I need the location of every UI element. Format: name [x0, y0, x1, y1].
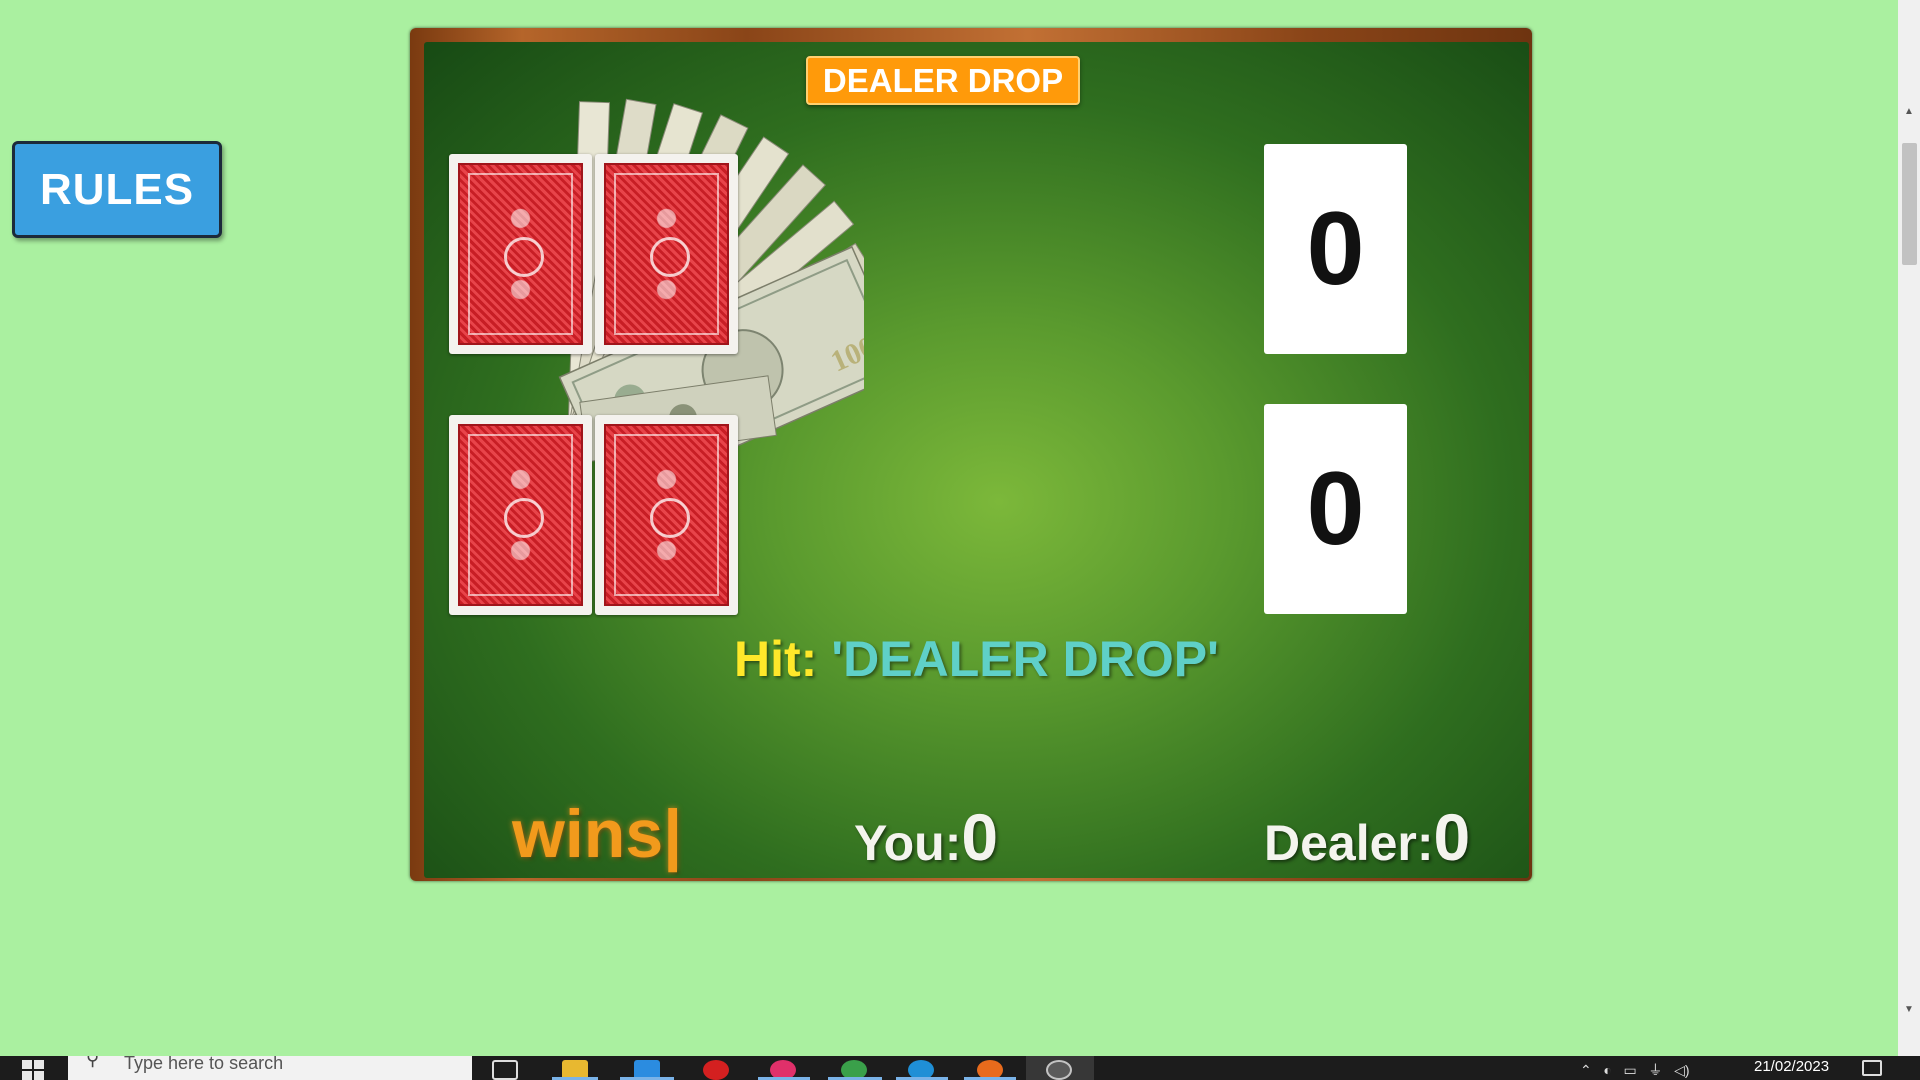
you-score: You:0	[854, 799, 998, 875]
card-back-icon	[595, 154, 738, 354]
vertical-scrollbar[interactable]: ▲ ▼	[1898, 0, 1920, 1057]
hit-instruction: Hit: 'DEALER DROP'	[424, 630, 1529, 688]
dealer-value: 0	[1433, 800, 1471, 874]
taskbar: ⚲ Type here to search ⌃ ◐ ▭ ⏚ ◁) 21/02/2…	[0, 1056, 1920, 1080]
dealer-label: Dealer:	[1264, 815, 1434, 871]
scroll-up-arrow-icon[interactable]: ▲	[1898, 102, 1920, 122]
score-box-bottom: 0	[1264, 404, 1407, 614]
scroll-thumb[interactable]	[1902, 143, 1917, 265]
card-back-icon	[449, 415, 592, 615]
you-label: You:	[854, 815, 962, 871]
hit-label: Hit:	[734, 631, 818, 687]
opera-icon[interactable]	[703, 1060, 729, 1080]
taskbar-search-input[interactable]: ⚲ Type here to search	[68, 1056, 472, 1080]
card-back-icon	[595, 415, 738, 615]
card-back-icon	[449, 154, 592, 354]
dealer-score: Dealer:0	[1264, 799, 1470, 875]
scroll-down-arrow-icon[interactable]: ▼	[1898, 1000, 1920, 1020]
search-placeholder: Type here to search	[124, 1056, 284, 1073]
score-box-top: 0	[1264, 144, 1407, 354]
hit-value: 'DEALER DROP'	[831, 631, 1219, 687]
rules-button[interactable]: RULES	[12, 141, 222, 238]
windows-start-icon[interactable]	[22, 1060, 44, 1080]
taskbar-date[interactable]: 21/02/2023	[1754, 1058, 1829, 1075]
wins-text: wins|	[512, 796, 683, 872]
notification-icon[interactable]	[1862, 1060, 1882, 1076]
table-felt: 100 DEALER DROP 0 0 Hit: 'DEALER DROP' w	[424, 42, 1529, 878]
search-icon: ⚲	[86, 1056, 100, 1069]
dealer-drop-button[interactable]: DEALER DROP	[806, 56, 1080, 105]
game-table: 100 DEALER DROP 0 0 Hit: 'DEALER DROP' w	[410, 28, 1532, 881]
system-tray-icons[interactable]: ⌃ ◐ ▭ ⏚ ◁)	[1580, 1060, 1690, 1080]
you-value: 0	[961, 800, 999, 874]
task-view-icon[interactable]	[492, 1060, 518, 1080]
